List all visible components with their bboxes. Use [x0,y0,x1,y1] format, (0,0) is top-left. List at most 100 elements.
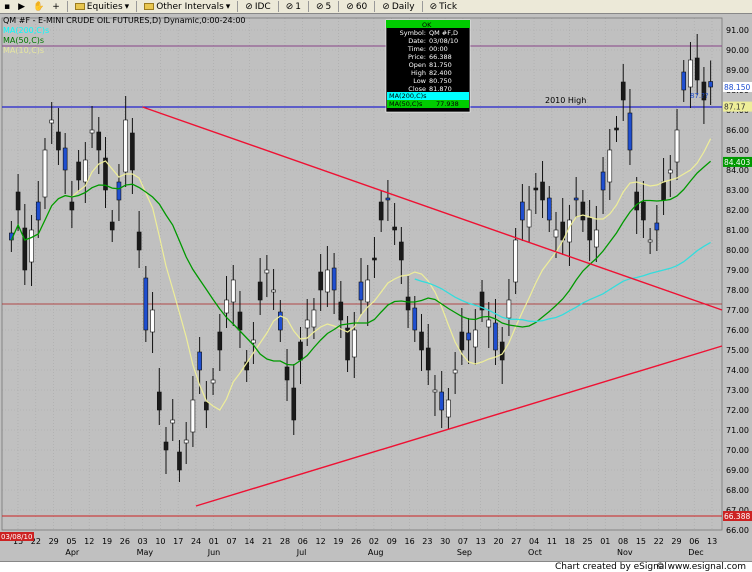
toolbar-item-label: IDC [254,1,271,12]
candle-body [600,171,606,191]
interval-icon: ⊘ [382,1,390,12]
candle-body [546,197,552,221]
x-tick-label: 01 [209,537,219,546]
toolbar-interval-tick[interactable]: ⊘ Tick [428,1,459,13]
x-month-label: Aug [368,548,384,557]
data-window-row-label: Price: [408,53,426,61]
x-tick-label: 20 [493,537,503,546]
ma50-tag: 84.403 [724,158,750,167]
x-month-label: Jul [296,548,307,557]
y-tick-label: 72.00 [726,406,749,415]
candle-body [385,197,391,201]
toolbar-menu-other-intervals[interactable]: Other Intervals ▾ [142,1,232,13]
data-window-row-value: 81.750 [429,61,452,69]
toolbar-tool--[interactable]: + [50,1,62,13]
candle-body [506,299,512,319]
data-window-row-label: Symbol: [400,29,426,37]
toolbar-menu-equities[interactable]: Equities ▾ [73,1,131,13]
chart-title: QM #F - E-MINI CRUDE OIL FUTURES,D) Dyna… [3,16,246,25]
candle-body [35,201,41,221]
toolbar-separator [338,1,340,12]
candle-body [627,112,633,151]
candle-body [298,341,303,361]
x-month-label: Oct [528,548,542,557]
x-month-label: Apr [65,548,80,557]
candle-body [345,327,350,361]
x-tick-label: 06 [689,537,699,546]
toolbar: ▪ ▶ ✋ + Equities ▾ Other Intervals ▾ ⊘ IDC ⊘ 1 ⊘ 5 ⊘ 60… [0,0,752,14]
candle-body [257,281,263,301]
toolbar-tool--[interactable]: ✋ [31,1,46,13]
candle-body [620,81,626,101]
high-2010-label: 2010 High [545,96,586,105]
x-tick-label: 28 [280,537,290,546]
toolbar-item-label: Equities [86,1,123,12]
x-tick-label: 29 [49,537,59,546]
x-month-label: May [137,548,154,557]
indicator-legend: MA(200,C)s [3,26,49,35]
candle-body [217,331,223,351]
candle-body [271,289,276,293]
candle-body [318,271,323,291]
toolbar-interval-daily[interactable]: ⊘ Daily [380,1,416,13]
y-tick-label: 68.00 [726,486,749,495]
candle-body [251,339,256,344]
candle-body [493,322,498,351]
candle-body [190,399,196,433]
candle-body [96,131,102,151]
candle-body [56,131,61,151]
y-tick-label: 74.00 [726,366,749,375]
x-tick-label: 11 [547,537,557,546]
toolbar-interval-60[interactable]: ⊘ 60 [344,1,369,13]
candle-body [311,309,317,328]
x-tick-label: 14 [244,537,254,546]
candle-body [425,347,431,371]
candle-body [486,319,492,328]
x-tick-label: 03 [138,537,148,546]
toolbar-interval-1[interactable]: ⊘ 1 [284,1,303,13]
candle-body [466,332,471,341]
candle-body [419,331,424,351]
candle-body [452,369,458,374]
chevron-down-icon: ▾ [124,1,130,12]
candle-body [49,119,55,124]
x-tick-label: 21 [262,537,272,546]
toolbar-marker--[interactable]: ▪ [2,1,12,13]
data-window-row-label: Time: [407,45,426,53]
x-tick-label: 08 [618,537,628,546]
interval-icon: ⊘ [285,1,294,12]
toolbar-item-label: 1 [295,1,301,12]
candle-body [197,351,202,371]
candle-body [694,57,700,81]
x-tick-label: 02 [369,537,379,546]
toolbar-separator [421,1,423,12]
candle-body [365,279,371,303]
folder-icon [74,3,85,10]
toolbar-interval-5[interactable]: ⊘ 5 [314,1,333,13]
x-month-label: Jun [207,548,221,557]
x-tick-label: 18 [565,537,575,546]
candle-body [76,161,81,181]
indicator-legend: MA(50,C)s [3,36,44,45]
interval-icon: ⊘ [245,1,253,12]
x-tick-label: 13 [476,537,486,546]
status-footer: Chart created by eSignal © www.esignal.c… [0,561,752,572]
ma10-inline-label: 87.?? [690,92,709,100]
x-tick-label: 19 [102,537,112,546]
x-tick-label: 23 [422,537,432,546]
candle-body [358,281,364,301]
toolbar-interval-idc[interactable]: ⊘ IDC [243,1,272,13]
chart-svg[interactable]: 66.0067.0068.0069.0070.0071.0072.0073.00… [0,14,752,561]
data-window-ma-label: MA(50,C)s [389,100,423,108]
chevron-down-icon: ▾ [225,1,231,12]
y-tick-label: 73.00 [726,386,749,395]
candle-body [351,329,357,358]
candle-body [62,147,68,171]
candle-body [654,222,660,231]
candle-body [150,309,155,333]
candle-body [372,257,377,261]
toolbar-tool--[interactable]: ▶ [16,1,27,13]
x-tick-label: 10 [155,537,165,546]
candle-body [647,239,653,243]
price-chart[interactable]: 66.00 67.00 68.00 69.00 70.00 71.00 72.00 73.00… [0,14,752,572]
